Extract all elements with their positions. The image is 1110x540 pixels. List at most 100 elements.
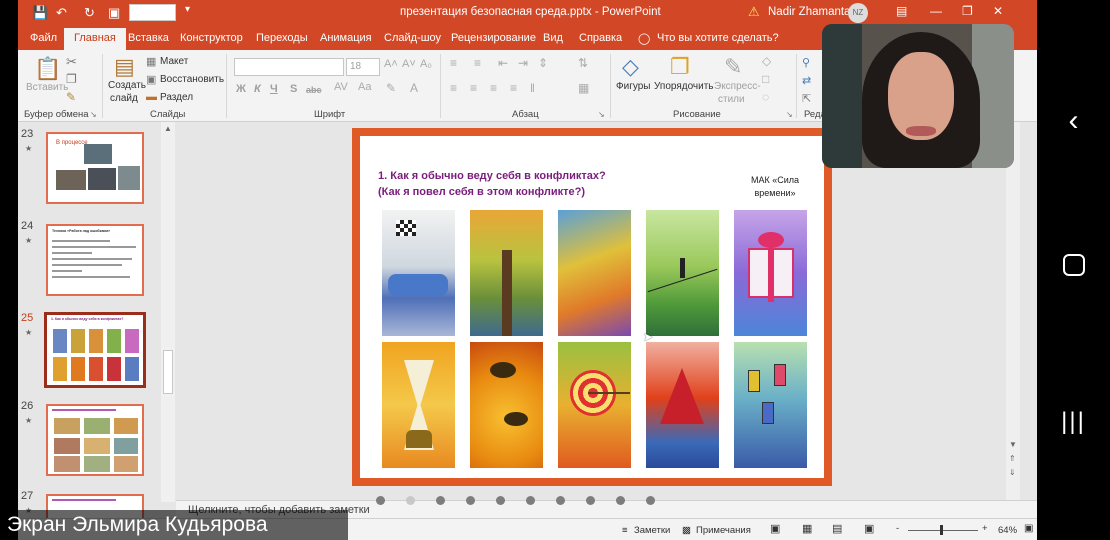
- shape-effects-icon[interactable]: ◌: [762, 90, 769, 104]
- sailing-ship-card[interactable]: [646, 342, 719, 468]
- slide-thumbnail-24[interactable]: Техника «Работа над ошибками»: [46, 224, 144, 296]
- change-case-icon[interactable]: Aa: [358, 81, 371, 93]
- zoom-out-button[interactable]: -: [896, 523, 899, 534]
- tab-animations[interactable]: Анимация: [320, 32, 372, 44]
- tightrope-walker-card[interactable]: [646, 210, 719, 336]
- shape-outline-icon[interactable]: □: [762, 72, 769, 86]
- paste-icon[interactable]: 📋: [34, 56, 61, 82]
- clear-formatting-icon[interactable]: A₀: [420, 58, 432, 70]
- shapes-button[interactable]: Фигуры: [616, 81, 650, 92]
- carousel-dot[interactable]: [406, 496, 415, 505]
- carousel-dot[interactable]: [586, 496, 595, 505]
- paste-button[interactable]: Вставить: [26, 82, 68, 93]
- smartart-icon[interactable]: ▦: [578, 81, 589, 95]
- tab-home[interactable]: Главная: [64, 28, 126, 50]
- tab-design[interactable]: Конструктор: [180, 32, 243, 44]
- italic-button[interactable]: К: [254, 83, 261, 95]
- current-slide[interactable]: 1. Как я обычно веду себя в конфликтах? …: [352, 128, 832, 486]
- align-center-icon[interactable]: ≡: [470, 81, 477, 95]
- start-slideshow-icon[interactable]: ▣: [108, 5, 120, 21]
- carousel-dot[interactable]: [526, 496, 535, 505]
- user-name[interactable]: Nadir Zhamantay: [768, 6, 856, 18]
- hourglass-card[interactable]: [382, 342, 455, 468]
- highlight-icon[interactable]: ✎: [386, 81, 396, 95]
- new-slide-button-line1[interactable]: Создать: [108, 80, 146, 91]
- winding-road-card[interactable]: [558, 210, 631, 336]
- quick-styles-button-line2[interactable]: стили: [718, 94, 745, 105]
- strikethrough-button[interactable]: abc: [306, 85, 322, 95]
- tab-help[interactable]: Справка: [579, 32, 622, 44]
- carousel-dot[interactable]: [496, 496, 505, 505]
- zoom-level[interactable]: 64%: [998, 525, 1017, 536]
- reading-view-icon[interactable]: ▤: [832, 522, 842, 535]
- quick-styles-icon[interactable]: ✎: [724, 54, 742, 80]
- clipboard-launcher-icon[interactable]: ↘: [90, 110, 97, 119]
- slide-thumbnail-26[interactable]: [46, 404, 144, 476]
- justify-icon[interactable]: ≡: [510, 81, 517, 95]
- gift-box-card[interactable]: [734, 210, 807, 336]
- home-icon[interactable]: [1037, 254, 1110, 281]
- find-icon[interactable]: ⚲: [802, 56, 810, 69]
- normal-view-icon[interactable]: ▣: [770, 522, 780, 535]
- thumbnails-scrollbar[interactable]: ▲: [161, 122, 175, 502]
- arrange-button[interactable]: Упорядочить: [654, 81, 714, 92]
- replace-icon[interactable]: ⇄: [802, 74, 811, 87]
- carousel-dot[interactable]: [646, 496, 655, 505]
- carousel-dot[interactable]: [556, 496, 565, 505]
- increase-font-icon[interactable]: A˄: [384, 58, 398, 70]
- carousel-dot[interactable]: [616, 496, 625, 505]
- back-icon[interactable]: ‹: [1037, 104, 1110, 138]
- shadow-button[interactable]: S: [290, 83, 297, 95]
- font-size-select[interactable]: 18: [346, 58, 380, 76]
- font-color-icon[interactable]: A: [410, 81, 418, 95]
- new-slide-button-line2[interactable]: слайд: [110, 93, 138, 104]
- close-button[interactable]: ✕: [993, 4, 1003, 18]
- cut-icon[interactable]: ✂: [66, 54, 77, 70]
- customize-quick-access-icon[interactable]: ▾: [185, 4, 190, 15]
- zoom-slider[interactable]: [908, 530, 978, 531]
- minimize-button[interactable]: —: [930, 4, 942, 18]
- section-button[interactable]: Раздел: [160, 92, 193, 103]
- participant-video[interactable]: [822, 24, 1014, 168]
- next-slide-icon[interactable]: ⇓: [1009, 468, 1016, 477]
- zoom-in-button[interactable]: +: [982, 523, 988, 534]
- format-painter-icon[interactable]: ✎: [66, 90, 76, 104]
- scroll-down-icon[interactable]: ▼: [1009, 440, 1017, 449]
- carousel-dot[interactable]: [436, 496, 445, 505]
- quick-access-font-box[interactable]: [129, 4, 176, 21]
- tab-file[interactable]: Файл: [30, 32, 57, 44]
- tab-review[interactable]: Рецензирование: [451, 32, 536, 44]
- scroll-up-icon[interactable]: ▲: [164, 124, 172, 133]
- racing-car-flag-card[interactable]: [382, 210, 455, 336]
- increase-indent-icon[interactable]: ⇥: [518, 56, 528, 70]
- decrease-indent-icon[interactable]: ⇤: [498, 56, 508, 70]
- tab-view[interactable]: Вид: [543, 32, 563, 44]
- restore-button[interactable]: ❐: [962, 4, 973, 18]
- layout-button[interactable]: Макет: [160, 56, 188, 67]
- drawing-launcher-icon[interactable]: ↘: [786, 110, 793, 119]
- tell-me-search[interactable]: Что вы хотите сделать?: [657, 32, 779, 44]
- recent-apps-icon[interactable]: |||: [1037, 408, 1110, 436]
- fit-to-window-icon[interactable]: ▣: [1024, 523, 1033, 534]
- paragraph-launcher-icon[interactable]: ↘: [598, 110, 605, 119]
- slide-thumbnail-25[interactable]: 1. Как я обычно веду себя в конфликтах?: [44, 312, 146, 388]
- scrollbar-thumb[interactable]: [163, 350, 173, 394]
- reset-button[interactable]: Восстановить: [160, 74, 224, 85]
- copy-icon[interactable]: ❐: [66, 72, 77, 86]
- decrease-font-icon[interactable]: A˅: [402, 58, 416, 70]
- save-icon[interactable]: 💾: [32, 5, 48, 21]
- slideshow-view-icon[interactable]: ▣: [864, 522, 874, 535]
- line-spacing-icon[interactable]: ⇕: [538, 56, 548, 70]
- columns-icon[interactable]: ‖: [530, 81, 535, 95]
- carousel-dot[interactable]: [376, 496, 385, 505]
- new-slide-icon[interactable]: ▤: [114, 54, 135, 80]
- tab-slideshow[interactable]: Слайд-шоу: [384, 32, 441, 44]
- tab-insert[interactable]: Вставка: [128, 32, 169, 44]
- previous-slide-icon[interactable]: ⇑: [1009, 454, 1016, 463]
- slide-thumbnail-23[interactable]: В процессе: [46, 132, 144, 204]
- align-left-icon[interactable]: ≡: [450, 81, 457, 95]
- zoom-slider-thumb[interactable]: [940, 525, 943, 535]
- undo-icon[interactable]: ↶: [56, 5, 67, 21]
- bullets-icon[interactable]: ≡: [450, 56, 457, 70]
- underline-button[interactable]: Ч: [270, 83, 278, 95]
